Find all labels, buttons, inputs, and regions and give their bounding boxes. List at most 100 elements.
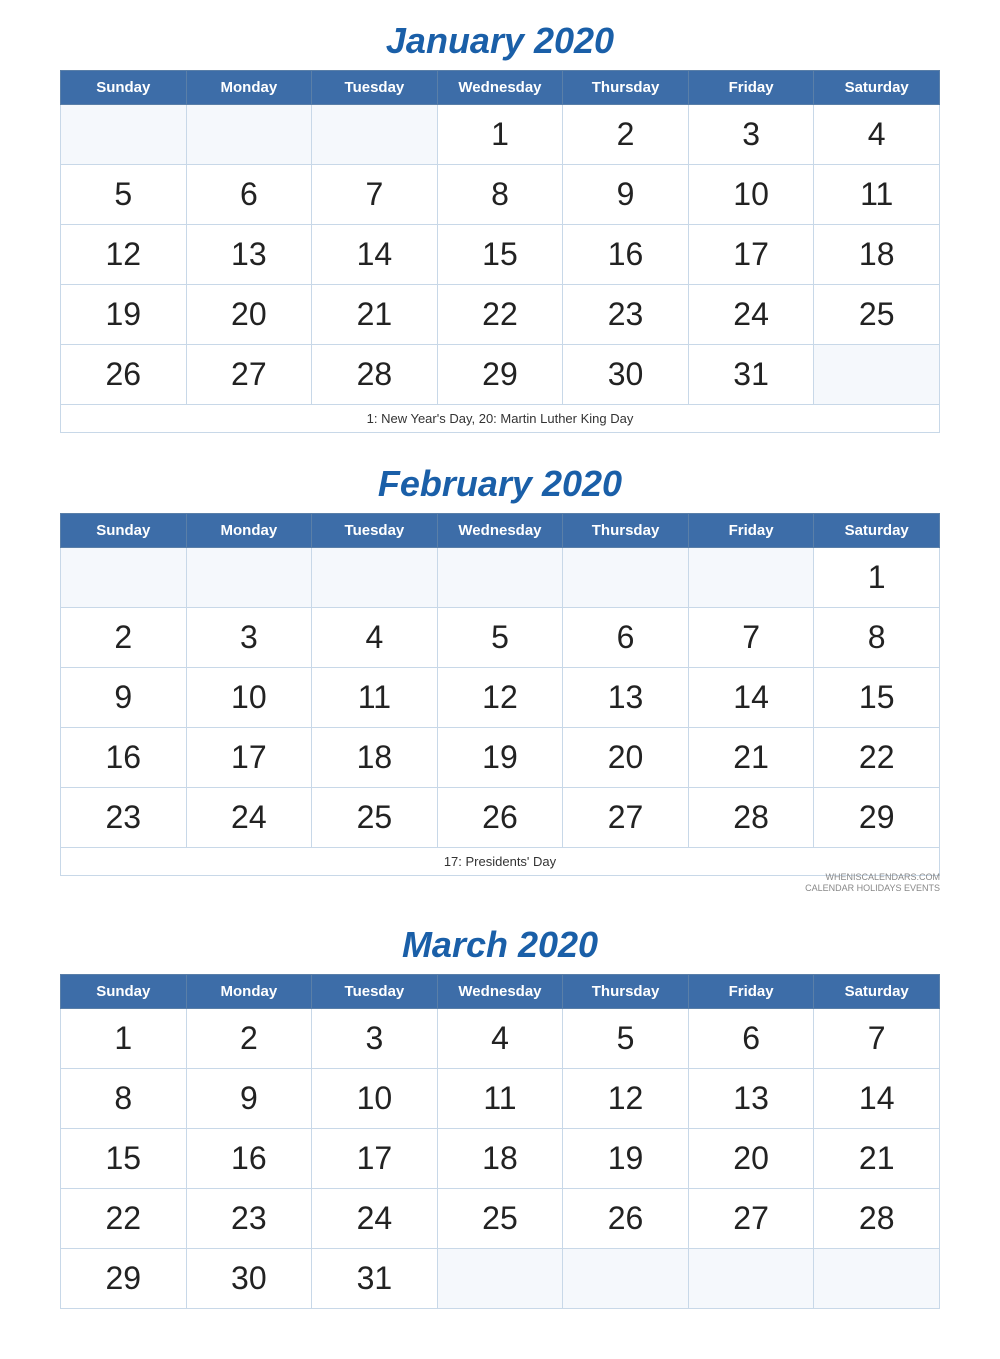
mar-sat-header: Saturday [814, 975, 940, 1009]
table-row: 1 2 3 4 5 6 7 [61, 1009, 940, 1069]
table-cell [814, 1249, 940, 1309]
table-row: 1 2 3 4 [61, 105, 940, 165]
table-cell [563, 548, 689, 608]
table-cell: 25 [814, 285, 940, 345]
jan-tue-header: Tuesday [312, 71, 438, 105]
jan-sun-header: Sunday [61, 71, 187, 105]
table-cell: 20 [688, 1129, 814, 1189]
table-row: 22 23 24 25 26 27 28 [61, 1189, 940, 1249]
table-cell: 28 [814, 1189, 940, 1249]
table-cell: 5 [563, 1009, 689, 1069]
january-holidays-row: 1: New Year's Day, 20: Martin Luther Kin… [61, 405, 940, 433]
table-cell: 4 [437, 1009, 563, 1069]
table-row: 19 20 21 22 23 24 25 [61, 285, 940, 345]
table-cell: 16 [61, 728, 187, 788]
table-cell [186, 105, 312, 165]
table-cell: 27 [563, 788, 689, 848]
table-row: 16 17 18 19 20 21 22 [61, 728, 940, 788]
table-row: 26 27 28 29 30 31 [61, 345, 940, 405]
table-cell: 28 [312, 345, 438, 405]
table-cell [437, 1249, 563, 1309]
table-cell: 20 [563, 728, 689, 788]
table-cell: 24 [312, 1189, 438, 1249]
table-cell: 12 [437, 668, 563, 728]
table-cell: 20 [186, 285, 312, 345]
table-cell: 13 [563, 668, 689, 728]
table-cell: 7 [688, 608, 814, 668]
table-cell: 25 [437, 1189, 563, 1249]
table-cell: 14 [688, 668, 814, 728]
february-table: Sunday Monday Tuesday Wednesday Thursday… [60, 513, 940, 876]
table-cell [312, 105, 438, 165]
table-cell: 3 [186, 608, 312, 668]
january-calendar: January 2020 Sunday Monday Tuesday Wedne… [60, 20, 940, 433]
table-cell: 7 [312, 165, 438, 225]
january-title: January 2020 [60, 20, 940, 62]
feb-fri-header: Friday [688, 514, 814, 548]
table-cell: 12 [61, 225, 187, 285]
table-cell [814, 345, 940, 405]
table-cell: 15 [61, 1129, 187, 1189]
table-cell: 14 [814, 1069, 940, 1129]
table-cell: 27 [186, 345, 312, 405]
table-cell: 19 [61, 285, 187, 345]
table-cell [61, 105, 187, 165]
table-row: 12 13 14 15 16 17 18 [61, 225, 940, 285]
table-cell: 19 [563, 1129, 689, 1189]
table-cell: 28 [688, 788, 814, 848]
table-cell: 21 [688, 728, 814, 788]
watermark-sub: CALENDAR HOLIDAYS EVENTS [805, 883, 940, 893]
mar-sun-header: Sunday [61, 975, 187, 1009]
table-cell: 1 [437, 105, 563, 165]
table-cell: 11 [312, 668, 438, 728]
table-cell: 2 [186, 1009, 312, 1069]
feb-sat-header: Saturday [814, 514, 940, 548]
table-cell: 8 [61, 1069, 187, 1129]
table-cell [563, 1249, 689, 1309]
table-cell: 23 [563, 285, 689, 345]
table-cell: 10 [312, 1069, 438, 1129]
table-cell [186, 548, 312, 608]
table-row: 15 16 17 18 19 20 21 [61, 1129, 940, 1189]
table-cell: 9 [186, 1069, 312, 1129]
table-cell: 4 [312, 608, 438, 668]
table-row: 29 30 31 [61, 1249, 940, 1309]
table-cell: 13 [186, 225, 312, 285]
feb-sun-header: Sunday [61, 514, 187, 548]
table-cell: 6 [563, 608, 689, 668]
march-header-row: Sunday Monday Tuesday Wednesday Thursday… [61, 975, 940, 1009]
january-header-row: Sunday Monday Tuesday Wednesday Thursday… [61, 71, 940, 105]
mar-wed-header: Wednesday [437, 975, 563, 1009]
table-cell: 24 [688, 285, 814, 345]
table-cell: 18 [437, 1129, 563, 1189]
march-title: March 2020 [60, 924, 940, 966]
table-cell: 18 [312, 728, 438, 788]
table-cell: 29 [61, 1249, 187, 1309]
march-calendar: March 2020 Sunday Monday Tuesday Wednesd… [60, 924, 940, 1309]
table-cell: 23 [186, 1189, 312, 1249]
table-cell: 9 [563, 165, 689, 225]
table-cell: 18 [814, 225, 940, 285]
table-cell: 11 [814, 165, 940, 225]
jan-wed-header: Wednesday [437, 71, 563, 105]
table-cell: 30 [186, 1249, 312, 1309]
feb-mon-header: Monday [186, 514, 312, 548]
table-cell [437, 548, 563, 608]
table-cell: 21 [312, 285, 438, 345]
table-cell: 25 [312, 788, 438, 848]
table-cell: 31 [312, 1249, 438, 1309]
table-cell: 22 [437, 285, 563, 345]
table-cell: 29 [437, 345, 563, 405]
table-cell: 17 [312, 1129, 438, 1189]
table-cell: 26 [437, 788, 563, 848]
table-cell: 22 [814, 728, 940, 788]
feb-wed-header: Wednesday [437, 514, 563, 548]
table-cell: 24 [186, 788, 312, 848]
table-cell: 30 [563, 345, 689, 405]
table-cell: 15 [814, 668, 940, 728]
watermark: WHENISCALENDARS.COM CALENDAR HOLIDAYS EV… [60, 872, 940, 894]
table-cell: 3 [688, 105, 814, 165]
february-calendar: February 2020 Sunday Monday Tuesday Wedn… [60, 463, 940, 894]
table-cell: 17 [186, 728, 312, 788]
table-cell: 27 [688, 1189, 814, 1249]
